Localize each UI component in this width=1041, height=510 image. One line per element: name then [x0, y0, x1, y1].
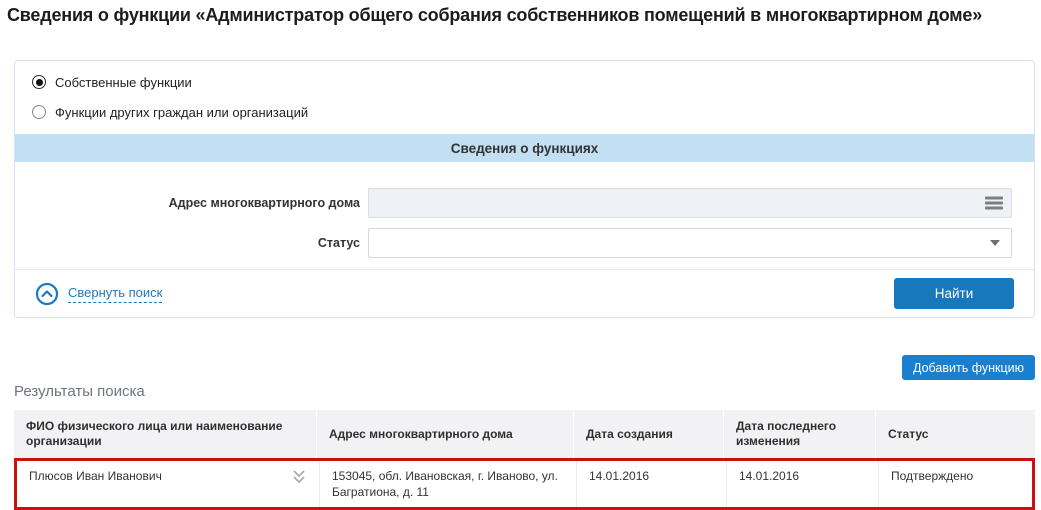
page-title: Сведения о функции «Администратор общего… [7, 4, 1035, 27]
radio-selected-icon[interactable] [32, 75, 46, 89]
cell-created: 14.01.2016 [577, 461, 727, 507]
col-header-created: Дата создания [574, 410, 724, 458]
chevron-down-icon[interactable] [990, 240, 1000, 246]
address-field[interactable] [368, 188, 1012, 218]
col-header-modified: Дата последнего изменения [724, 410, 876, 458]
col-header-name: ФИО физического лица или наименование ор… [14, 410, 317, 458]
hamburger-icon[interactable] [985, 195, 1003, 212]
collapse-search-link[interactable]: Свернуть поиск [68, 285, 162, 303]
page: Сведения о функции «Администратор общего… [0, 0, 1041, 505]
collapse-circle-up-icon[interactable] [35, 282, 59, 306]
address-form-row: Адрес многоквартирного дома [15, 188, 1034, 218]
section-header: Сведения о функциях [15, 134, 1034, 162]
status-field-label: Статус [15, 236, 360, 251]
cell-address: 153045, обл. Ивановская, г. Иваново, ул.… [320, 461, 577, 507]
double-chevron-down-icon[interactable] [291, 469, 307, 485]
radio-unselected-icon[interactable] [32, 105, 46, 119]
table-header-row: ФИО физического лица или наименование ор… [14, 410, 1035, 458]
status-select[interactable] [368, 228, 1012, 258]
cell-modified: 14.01.2016 [727, 461, 879, 507]
status-form-row: Статус [15, 228, 1034, 258]
col-header-status: Статус [876, 410, 1035, 458]
add-function-button[interactable]: Добавить функцию [902, 355, 1035, 380]
results-table: ФИО физического лица или наименование ор… [14, 410, 1035, 510]
results-title: Результаты поиска [14, 383, 145, 400]
radio-other-functions[interactable]: Функции других граждан или организаций [15, 97, 1034, 127]
col-header-address: Адрес многоквартирного дома [317, 410, 574, 458]
radio-own-functions-label: Собственные функции [55, 75, 192, 90]
search-panel: Собственные функции Функции других гражд… [14, 60, 1035, 318]
search-panel-footer: Свернуть поиск Найти [15, 269, 1034, 317]
radio-other-functions-label: Функции других граждан или организаций [55, 105, 308, 120]
collapse-search-control[interactable]: Свернуть поиск [35, 282, 162, 306]
address-field-label: Адрес многоквартирного дома [15, 196, 360, 211]
table-row[interactable]: Плюсов Иван Иванович 153045, обл. Иванов… [14, 458, 1035, 510]
find-button[interactable]: Найти [894, 278, 1014, 309]
row-name-text: Плюсов Иван Иванович [29, 468, 162, 484]
cell-name: Плюсов Иван Иванович [17, 461, 320, 507]
radio-own-functions[interactable]: Собственные функции [15, 67, 1034, 97]
cell-status: Подтверждено [879, 461, 1032, 507]
